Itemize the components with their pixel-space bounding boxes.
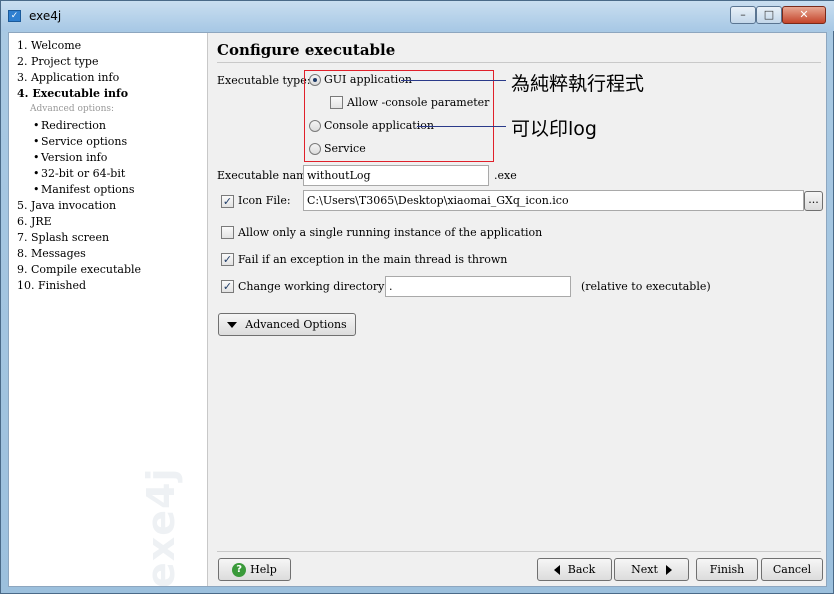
single-instance-checkbox[interactable] — [221, 226, 234, 239]
service-radio[interactable] — [309, 143, 321, 155]
minimize-button[interactable]: – — [730, 6, 756, 24]
advanced-options-header: Advanced options: — [30, 104, 115, 114]
help-label: Help — [250, 563, 277, 576]
step-compile-executable[interactable]: 9. Compile executable — [17, 263, 141, 276]
service-label[interactable]: Service — [324, 142, 366, 155]
fail-exception-checkbox[interactable]: ✓ — [221, 253, 234, 266]
substep-label: Service options — [41, 135, 128, 148]
advanced-options-label: Advanced Options — [245, 318, 347, 331]
step-messages[interactable]: 8. Messages — [17, 247, 86, 260]
substep-label: Manifest options — [41, 183, 135, 196]
change-working-dir-label[interactable]: Change working directory to: — [238, 280, 403, 293]
step-executable-info[interactable]: 4. Executable info — [17, 87, 128, 100]
exe4j-app-icon: ✓ — [8, 10, 21, 22]
substep-32-64-bit[interactable]: • 32-bit or 64-bit — [33, 167, 125, 180]
window-title: exe4j — [29, 9, 62, 23]
title-bar: ✓ exe4j – □ ✕ — [1, 1, 834, 31]
wizard-steps-sidebar: 1. Welcome 2. Project type 3. Applicatio… — [9, 33, 208, 586]
gui-annotation-note: 為純粹執行程式 — [511, 73, 645, 95]
close-button[interactable]: ✕ — [782, 6, 826, 24]
substep-label: Redirection — [41, 119, 106, 132]
main-panel: Configure executable Executable type: GU… — [208, 33, 826, 586]
substep-version-info[interactable]: • Version info — [33, 151, 107, 164]
relative-note: (relative to executable) — [581, 280, 711, 293]
back-button[interactable]: Back — [537, 558, 612, 581]
exe-extension-label: .exe — [494, 169, 517, 182]
gui-application-radio[interactable] — [309, 74, 321, 86]
footer-divider — [217, 551, 821, 552]
client-area: 1. Welcome 2. Project type 3. Applicatio… — [8, 32, 827, 587]
step-application-info[interactable]: 3. Application info — [17, 71, 119, 84]
substep-manifest-options[interactable]: • Manifest options — [33, 183, 135, 196]
step-finished[interactable]: 10. Finished — [17, 279, 86, 292]
back-label: Back — [567, 563, 596, 576]
executable-name-label: Executable name: — [217, 169, 317, 182]
step-java-invocation[interactable]: 5. Java invocation — [17, 199, 116, 212]
substep-label: Version info — [41, 151, 108, 164]
icon-file-input[interactable]: C:\Users\T3065\Desktop\xiaomai_GXq_icon.… — [303, 190, 804, 211]
icon-file-checkbox[interactable]: ✓ — [221, 195, 234, 208]
finish-button[interactable]: Finish — [696, 558, 758, 581]
gui-application-label[interactable]: GUI application — [324, 73, 412, 86]
next-label: Next — [631, 563, 658, 576]
executable-type-label: Executable type: — [217, 74, 311, 87]
fail-exception-label[interactable]: Fail if an exception in the main thread … — [238, 253, 507, 266]
console-annotation-connector — [417, 126, 506, 127]
step-splash-screen[interactable]: 7. Splash screen — [17, 231, 109, 244]
title-divider — [217, 62, 821, 63]
browse-icon-button[interactable]: ... — [804, 191, 823, 211]
exe4j-watermark: exe4j — [139, 467, 183, 586]
single-instance-label[interactable]: Allow only a single running instance of … — [238, 226, 542, 239]
working-dir-input[interactable]: . — [385, 276, 571, 297]
change-working-dir-checkbox[interactable]: ✓ — [221, 280, 234, 293]
console-annotation-note: 可以印log — [511, 118, 597, 140]
cancel-button[interactable]: Cancel — [761, 558, 823, 581]
page-title: Configure executable — [217, 41, 396, 59]
chevron-left-icon — [553, 565, 560, 575]
step-welcome[interactable]: 1. Welcome — [17, 39, 81, 52]
maximize-button[interactable]: □ — [756, 6, 782, 24]
next-button[interactable]: Next — [614, 558, 689, 581]
gui-annotation-connector — [401, 80, 506, 81]
substep-service-options[interactable]: • Service options — [33, 135, 127, 148]
allow-console-label[interactable]: Allow -console parameter — [347, 96, 489, 109]
advanced-options-button[interactable]: Advanced Options — [218, 313, 356, 336]
app-window: ✓ exe4j – □ ✕ 1. Welcome 2. Project type… — [0, 0, 834, 594]
icon-file-label[interactable]: Icon File: — [238, 194, 291, 207]
allow-console-checkbox[interactable] — [330, 96, 343, 109]
substep-label: 32-bit or 64-bit — [41, 167, 126, 180]
console-application-radio[interactable] — [309, 120, 321, 132]
help-icon: ? — [232, 563, 247, 577]
substep-redirection[interactable]: • Redirection — [33, 119, 106, 132]
chevron-down-icon — [227, 322, 238, 328]
step-jre[interactable]: 6. JRE — [17, 215, 52, 228]
chevron-right-icon — [665, 565, 672, 575]
step-project-type[interactable]: 2. Project type — [17, 55, 98, 68]
help-button[interactable]: ? Help — [218, 558, 291, 581]
executable-name-input[interactable]: withoutLog — [303, 165, 489, 186]
